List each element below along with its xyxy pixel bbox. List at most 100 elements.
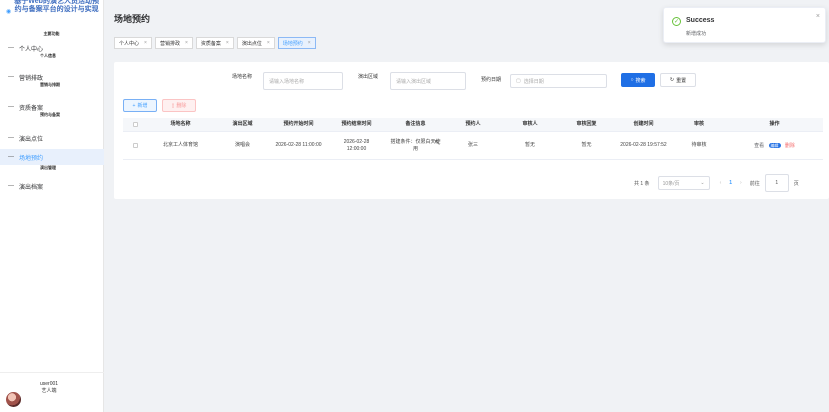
brand-icon: ◉ [6,9,12,15]
date-label: 预约日期 [481,77,502,83]
close-icon[interactable]: × [308,40,311,46]
created-time-cell: 2026-02-28 19:57:52 [620,142,667,148]
add-button-label: 新增 [137,103,148,109]
close-icon[interactable]: × [144,40,147,46]
column-header[interactable]: 创建时间 [615,121,672,128]
user-name: user001 [40,381,59,387]
view-link[interactable]: 查看 [754,143,764,149]
sidebar-item-venue-booking[interactable]: — 场地预约 [0,149,104,165]
column-header[interactable]: 场地名称 [147,121,214,128]
sidebar-item-marketing[interactable]: — 营销排政 [0,72,104,82]
actions-cell: 查看 编辑 删除 [726,142,823,150]
dash-icon: — [8,104,14,110]
tag-qualification[interactable]: 资质备案 × [195,37,234,49]
sidebar-item-label: 营销排政 [19,75,44,82]
column-header[interactable]: 预约结束时间 [326,121,387,128]
prev-page-icon[interactable]: ‹ [720,180,722,186]
column-header[interactable]: 预约开始时间 [271,121,326,128]
tag-label: 场地预约 [282,40,303,47]
sidebar-item-label: 资质备案 [19,105,44,112]
page-size-value: 10条/页 [662,180,680,187]
column-header[interactable]: 预约人 [444,121,502,128]
tag-venue-points[interactable]: 演出点位 × [236,37,275,49]
edit-button[interactable]: 编辑 [768,142,781,148]
delete-link[interactable]: 删除 [785,143,795,149]
select-all-checkbox[interactable] [132,122,138,127]
user-info: user001 艺人端 [0,372,104,412]
close-icon[interactable]: × [226,40,229,46]
search-button[interactable]: ○ 搜索 [621,73,655,87]
region-search-input[interactable]: 请输入演出区域 [390,72,466,90]
sidebar-subitem-label[interactable]: 演出管理 [0,165,104,171]
avatar[interactable] [6,392,21,407]
brand-title: 基于Web的演艺人员活动预约与备案平台的设计与实现 [14,0,99,13]
tag-label: 资质备案 [200,40,221,47]
row-checkbox[interactable] [132,143,138,148]
sidebar: ◉ 基于Web的演艺人员活动预约与备案平台的设计与实现 主要功能 — 个人中心 … [0,0,104,412]
plus-icon: + [132,102,136,109]
reset-button-label: 重置 [676,77,687,84]
tag-bar: 个人中心 × 营销排政 × 资质备案 × 演出点位 × 场地预约 × [114,37,316,49]
user-role: 艺人端 [41,388,57,394]
region-label: 演出区域 [358,74,379,80]
goto-page-input[interactable]: 1 [764,174,789,192]
close-icon[interactable]: × [816,13,820,20]
sidebar-subitem-label[interactable]: 预约与备案 [0,112,104,118]
column-header[interactable]: 审核 [672,121,726,128]
search-icon: ○ [630,77,634,83]
chevron-down-icon: ⌄ [700,180,705,186]
date-picker-input[interactable]: ▢ 选择日期 [510,74,607,88]
dash-icon: — [8,74,14,80]
trash-icon: ▯ [171,102,175,109]
tag-marketing[interactable]: 营销排政 × [154,37,193,49]
column-header[interactable]: 操作 [726,121,823,128]
close-icon[interactable]: × [185,40,188,46]
pagination: 共 1 条 10条/页 ⌄ ‹ 1 › 前往 1 页 [634,174,799,192]
end-time-cell: 2026-02-28 12:00:00 [343,138,370,152]
content-card: 场地名称 请输入场地名称 演出区域 请输入演出区域 预约日期 ▢ 选择日期 ○ … [114,62,829,199]
search-button-label: 搜索 [635,77,646,84]
goto-label: 前往 [749,180,760,187]
sidebar-item-profile[interactable]: — 个人中心 [0,43,104,53]
sidebar-item-label: 个人中心 [19,46,44,53]
sidebar-item-qualification[interactable]: — 资质备案 [0,102,104,112]
mouse-cursor: ↖ [434,138,441,147]
refresh-icon: ↻ [669,77,675,83]
page-size-select[interactable]: 10条/页 ⌄ [657,176,710,190]
table-header: 场地名称 演出区域 预约开始时间 预约结束时间 备注信息 预约人 审核人 审核回… [123,118,823,132]
table-row[interactable]: 北京工人体育馆 演唱会 2026-02-28 11:00:00 2026-02-… [123,132,823,160]
sidebar-subitem-label[interactable]: 个人信息 [0,53,104,59]
sidebar-item-venue-points[interactable]: — 演出点位 [0,133,104,143]
tag-label: 营销排政 [159,40,180,47]
column-header[interactable]: 演出区域 [214,121,271,128]
reset-button[interactable]: ↻ 重置 [660,73,696,87]
success-toast: ✓ Success 新增成功 × [663,7,826,43]
column-header[interactable]: 备注信息 [387,121,444,128]
dash-icon: — [8,135,14,141]
sidebar-item-archive[interactable]: — 演出档案 [0,181,104,191]
sidebar-subitem-label[interactable]: 营销与排期 [0,82,104,88]
close-icon[interactable]: × [267,40,270,46]
calendar-icon: ▢ [516,78,521,84]
next-page-icon[interactable]: › [740,180,742,186]
sidebar-item-label: 演出点位 [19,136,44,143]
tag-venue-booking[interactable]: 场地预约 × [277,37,316,49]
current-page[interactable]: 1 [729,180,732,186]
page-title: 场地预约 [114,14,151,24]
date-placeholder: 选择日期 [523,78,544,85]
delete-button[interactable]: ▯ 删除 [162,99,196,112]
brand: ◉ 基于Web的演艺人员活动预约与备案平台的设计与实现 [0,0,103,34]
reviewer-cell: 暂无 [524,142,535,148]
toast-title: Success [686,17,715,24]
venue-search-input[interactable]: 请输入场地名称 [263,72,343,90]
start-time-cell: 2026-02-28 11:00:00 [275,142,322,148]
tag-label: 个人中心 [119,40,140,47]
add-button[interactable]: + 新增 [123,99,157,112]
tag-label: 演出点位 [241,40,262,47]
sidebar-item-label: 演出档案 [19,184,44,191]
column-header[interactable]: 审核人 [502,121,558,128]
column-header[interactable]: 审核回复 [558,121,615,128]
tag-profile[interactable]: 个人中心 × [114,37,152,49]
row-select-cell [123,143,147,148]
check-circle-icon: ✓ [672,17,681,26]
